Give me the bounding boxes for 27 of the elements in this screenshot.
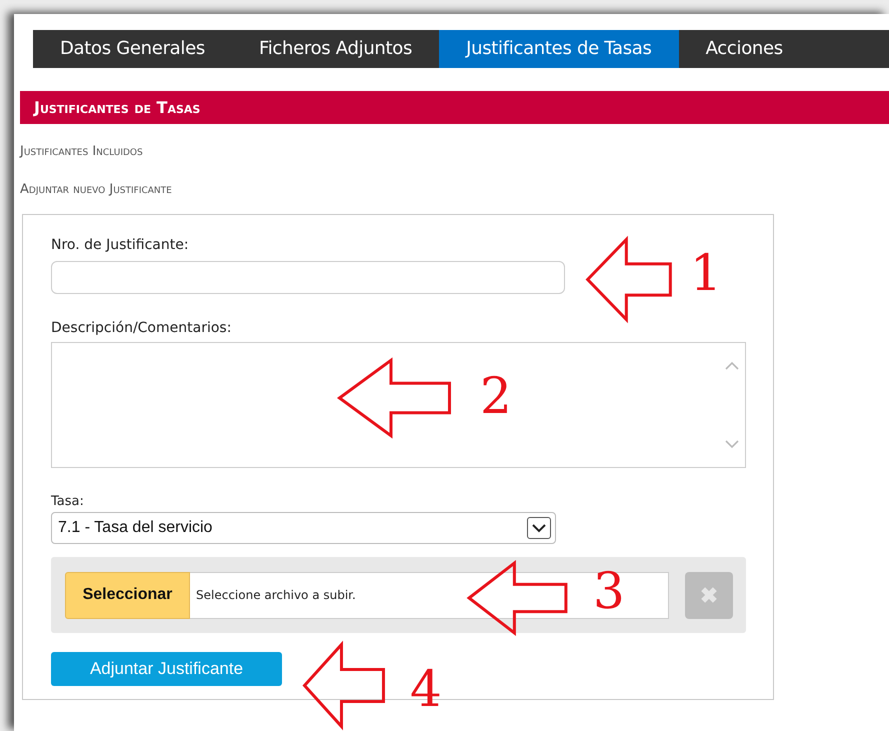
section-link[interactable]: Adjuntar nuevo Justificante	[20, 179, 889, 200]
field-label: Tasa:	[51, 494, 85, 511]
tab[interactable]: Justificantes de Tasas	[439, 30, 679, 68]
placeholder-text: Seleccione archivo a subir.	[196, 588, 356, 602]
arrow-icon	[302, 641, 386, 730]
arrow-icon	[585, 236, 673, 323]
tab[interactable]: Acciones	[678, 30, 810, 68]
dropdown-value: 7.1 - Tasa del servicio	[58, 519, 212, 537]
tab[interactable]: Datos Generales	[33, 30, 232, 68]
arrow-icon	[466, 560, 569, 636]
tab[interactable]: Ficheros Adjuntos	[232, 30, 440, 68]
section-header: Justificantes de Tasas	[20, 91, 889, 124]
select-button[interactable]: Seleccionar	[65, 572, 190, 618]
annotation-number: 4	[410, 664, 442, 714]
field-label: Descripción/Comentarios:	[51, 320, 232, 338]
arrow-icon	[336, 357, 453, 439]
dropdown[interactable]: 7.1 - Tasa del servicio	[51, 512, 556, 544]
scroll-up-icon[interactable]	[725, 361, 739, 371]
input-field[interactable]	[51, 261, 565, 294]
field-label: Nro. de Justificante:	[51, 237, 190, 255]
annotation-number: 1	[690, 248, 722, 298]
section-link[interactable]: Justificantes Incluidos	[20, 141, 889, 162]
file-field[interactable]: Seleccione archivo a subir. 3	[190, 572, 669, 618]
text-area[interactable]	[51, 342, 746, 468]
scroll-down-icon[interactable]	[725, 439, 739, 449]
annotation-number: 2	[480, 371, 512, 421]
clear-button[interactable]	[685, 572, 733, 618]
